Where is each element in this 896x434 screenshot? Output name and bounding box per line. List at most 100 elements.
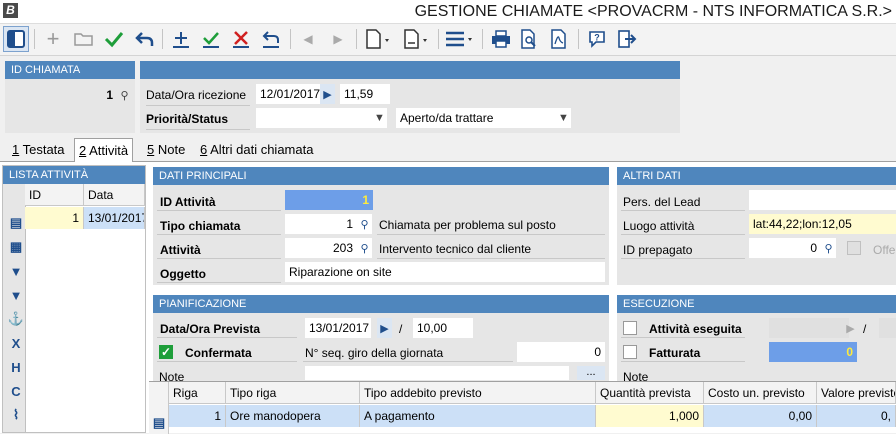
record-list-icon[interactable]: ▤ (7, 214, 25, 232)
search-icon[interactable]: ⚲ (357, 238, 372, 258)
offerta-checkbox[interactable] (847, 241, 861, 255)
ora-prevista-field[interactable]: 10,00 (413, 318, 473, 338)
id-attivita-field[interactable]: 1 (285, 190, 373, 210)
slash-separator: / (399, 322, 403, 336)
table-row-addebito[interactable]: A pagamento (360, 405, 596, 427)
new-document-icon[interactable] (362, 26, 396, 52)
attivita-field[interactable]: 203 (285, 238, 357, 258)
exit-icon[interactable] (614, 26, 640, 52)
col-id-header[interactable]: ID (25, 184, 84, 206)
esecuzione-panel: ESECUZIONE Attività eseguita ▶ / Fattura… (617, 295, 896, 385)
list-item-id[interactable]: 1 (25, 207, 84, 229)
oggetto-field[interactable]: Riparazione on site (285, 262, 605, 282)
pianificazione-panel: PIANIFICAZIONE Data/Ora Prevista 13/01/2… (153, 295, 609, 385)
filter-icon[interactable]: ▼ (7, 262, 25, 280)
fatturata-label: Fatturata (649, 346, 701, 360)
table-row-costo[interactable]: 0,00 (704, 405, 817, 427)
tab-attivita[interactable]: 2 Attività (74, 138, 134, 162)
record-list-icon[interactable]: ▤ (150, 414, 168, 432)
sidebar-toggle-icon[interactable] (3, 26, 29, 52)
fatturata-field[interactable]: 0 (769, 342, 857, 362)
filter-remove-icon[interactable]: ▼ (7, 286, 25, 304)
id-prepagato-field[interactable]: 0 (749, 238, 821, 258)
grid-icon[interactable]: ▦ (7, 238, 25, 256)
data-ricezione-field[interactable]: 12/01/2017 (256, 84, 320, 104)
fatturata-checkbox[interactable] (623, 345, 637, 359)
status-select[interactable]: Aperto/da trattare (396, 108, 556, 128)
chevron-right-icon[interactable]: ▶ (843, 318, 858, 338)
search-icon[interactable]: ⚲ (117, 85, 132, 105)
offerta-label: Offe (873, 243, 896, 257)
id-chiamata-field[interactable]: 1 (5, 85, 117, 105)
confermata-checkbox[interactable]: ✓ (159, 345, 173, 359)
attivita-label: Attività (160, 243, 201, 257)
list-item-data[interactable]: 13/01/2017 (84, 207, 145, 229)
attivita-eseguita-label: Attività eseguita (649, 322, 742, 336)
dati-principali-panel: DATI PRINCIPALI ID Attività 1 Tipo chiam… (153, 167, 609, 285)
ora-esecuzione-field[interactable] (879, 318, 896, 338)
export-html-icon[interactable]: H (7, 358, 25, 376)
header-panel: Data/Ora ricezione 12/01/2017 ▶ 11,59 Pr… (140, 61, 680, 133)
menu-icon[interactable] (442, 26, 478, 52)
col-quantita-header[interactable]: Quantità prevista (596, 382, 704, 404)
table-row-valore[interactable]: 0, (817, 405, 896, 427)
open-folder-icon[interactable] (70, 26, 98, 52)
undo-icon[interactable] (130, 26, 158, 52)
note-pianificazione-field[interactable] (305, 366, 569, 380)
oggetto-label: Oggetto (160, 267, 206, 281)
id-chiamata-title: ID CHIAMATA (5, 61, 135, 79)
help-icon[interactable]: ? (584, 26, 610, 52)
add-row-icon[interactable] (168, 26, 194, 52)
col-tipo-addebito-header[interactable]: Tipo addebito previsto (360, 382, 596, 404)
confirm-icon[interactable] (100, 26, 128, 52)
tipo-chiamata-desc: Chiamata per problema sul posto (379, 218, 556, 232)
chevron-right-icon[interactable]: ▶ (377, 318, 392, 338)
chevron-right-icon[interactable]: ▶ (320, 84, 335, 104)
attivita-desc: Intervento tecnico dal cliente (379, 242, 532, 256)
table-row-riga[interactable]: 1 (169, 405, 226, 427)
col-riga-header[interactable]: Riga (169, 382, 226, 404)
priorita-select[interactable] (256, 108, 372, 128)
next-icon[interactable]: ▶ (326, 26, 350, 52)
col-valore-header[interactable]: Valore previsto (817, 382, 896, 404)
tab-note[interactable]: 5 Note (143, 138, 189, 162)
luogo-attivita-field[interactable]: lat:44,22;lon:12,05 (749, 214, 896, 234)
data-esecuzione-field[interactable] (769, 318, 849, 338)
export-csv-icon[interactable]: C (7, 382, 25, 400)
confermata-label: Confermata (185, 346, 252, 360)
tipo-chiamata-field[interactable]: 1 (285, 214, 357, 234)
table-row-tipo[interactable]: Ore manodopera (226, 405, 360, 427)
pers-lead-field[interactable] (749, 190, 896, 210)
id-chiamata-panel: ID CHIAMATA 1 ⚲ (5, 61, 135, 133)
pdf-icon[interactable] (546, 26, 572, 52)
delete-row-icon[interactable] (228, 26, 254, 52)
print-icon[interactable] (488, 26, 514, 52)
print-preview-icon[interactable] (516, 26, 542, 52)
pianificazione-title: PIANIFICAZIONE (153, 295, 609, 313)
col-costo-header[interactable]: Costo un. previsto (704, 382, 817, 404)
confirm-row-icon[interactable] (198, 26, 224, 52)
add-icon[interactable]: + (40, 26, 66, 52)
col-tipo-riga-header[interactable]: Tipo riga (226, 382, 360, 404)
lista-attivita-title: LISTA ATTIVITÀ (3, 166, 145, 184)
search-icon[interactable]: ⚲ (357, 214, 372, 234)
seq-giro-field[interactable]: 0 (517, 342, 605, 362)
tab-testata[interactable]: 1 Testata (8, 138, 69, 162)
tab-altri-dati-chiamata[interactable]: 6 Altri dati chiamata (196, 138, 317, 162)
anchor-icon[interactable]: ⚓ (7, 310, 25, 328)
eseguita-checkbox[interactable] (623, 321, 637, 335)
previous-icon[interactable]: ◀ (296, 26, 320, 52)
chevron-down-icon[interactable]: ▼ (372, 108, 387, 128)
chart-icon[interactable]: ⌇ (7, 406, 25, 424)
undo-row-icon[interactable] (258, 26, 284, 52)
export-excel-icon[interactable]: X (7, 334, 25, 352)
note-expand-button[interactable]: ... (577, 366, 605, 380)
data-ora-prevista-label: Data/Ora Prevista (160, 322, 261, 336)
table-row-quantita[interactable]: 1,000 (596, 405, 704, 427)
blank-document-icon[interactable] (400, 26, 434, 52)
search-icon[interactable]: ⚲ (821, 238, 836, 258)
chevron-down-icon[interactable]: ▼ (556, 108, 571, 128)
col-data-header[interactable]: Data (84, 184, 145, 206)
ora-ricezione-field[interactable]: 11,59 (340, 84, 390, 104)
data-prevista-field[interactable]: 13/01/2017 (305, 318, 371, 338)
